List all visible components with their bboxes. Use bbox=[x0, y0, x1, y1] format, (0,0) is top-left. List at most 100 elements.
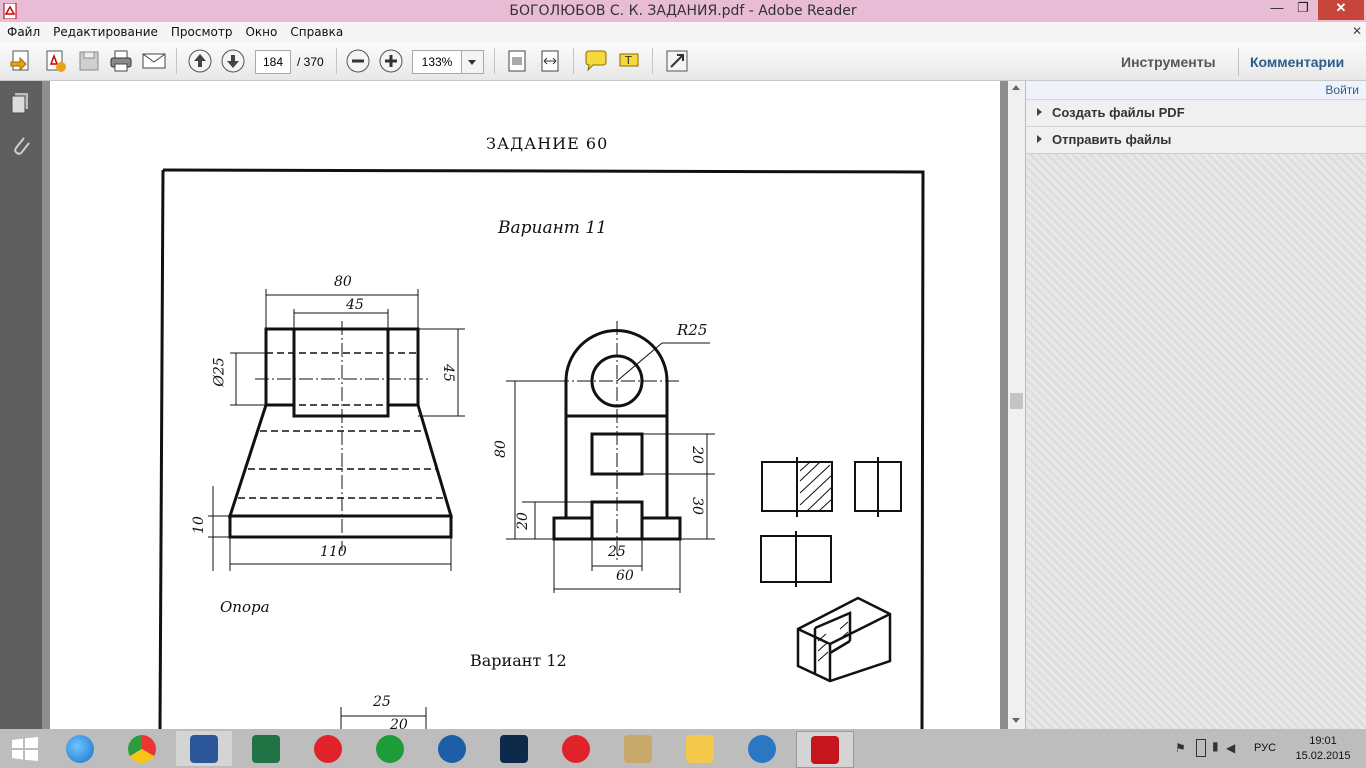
tray-flag-icon[interactable]: ⚑ bbox=[1175, 741, 1186, 755]
taskbar-adobe-reader[interactable] bbox=[796, 731, 854, 768]
dim-20-variant12: 20 bbox=[390, 717, 408, 729]
excel-icon bbox=[252, 735, 280, 763]
dim-45-side: 45 bbox=[439, 364, 456, 382]
kompas-icon bbox=[438, 735, 466, 763]
highlight-text-icon[interactable]: T bbox=[616, 48, 642, 74]
yandex-icon bbox=[562, 735, 590, 763]
taskbar: ⚑ ▮ ◀ РУС 19:01 15.02.2015 bbox=[0, 729, 1366, 768]
volume-icon[interactable]: ◀ bbox=[1226, 741, 1235, 755]
battery-icon[interactable] bbox=[1196, 739, 1206, 757]
attachments-icon[interactable] bbox=[9, 133, 33, 157]
taskbar-photoshop[interactable] bbox=[486, 731, 542, 766]
dim-30-right: 30 bbox=[688, 497, 705, 515]
previous-page-icon[interactable] bbox=[187, 48, 213, 74]
taskbar-yandex[interactable] bbox=[548, 731, 604, 766]
menu-help[interactable]: Справка bbox=[283, 22, 349, 39]
task-title: ЗАДАНИЕ 60 bbox=[486, 134, 609, 153]
chevron-down-icon bbox=[468, 60, 476, 65]
zoom-dropdown-button[interactable] bbox=[461, 50, 484, 74]
expand-arrow-icon bbox=[1037, 135, 1042, 143]
windows-start-icon[interactable] bbox=[12, 737, 38, 761]
taskbar-excel[interactable] bbox=[238, 731, 294, 766]
scroll-down-icon[interactable] bbox=[1012, 718, 1020, 723]
close-button[interactable]: ✕ bbox=[1318, 0, 1364, 20]
dim-r25: R25 bbox=[677, 321, 708, 339]
tools-panel: Войти Создать файлы PDF Отправить файлы bbox=[1025, 81, 1366, 729]
clock-time[interactable]: 19:01 bbox=[1296, 735, 1350, 747]
scroll-up-icon[interactable] bbox=[1012, 85, 1020, 90]
window-title: БОГОЛЮБОВ С. К. ЗАДАНИЯ.pdf - Adobe Read… bbox=[509, 3, 857, 19]
svg-text:T: T bbox=[624, 54, 632, 67]
fit-width-icon[interactable] bbox=[537, 48, 563, 74]
signal-icon[interactable]: ▮ bbox=[1212, 739, 1219, 753]
menu-bar: Файл Редактирование Просмотр Окно Справка bbox=[0, 22, 1366, 42]
zoom-level-input[interactable]: 133% bbox=[412, 50, 462, 74]
tab-comments[interactable]: Комментарии bbox=[1250, 54, 1344, 70]
page-thumbnails-icon[interactable] bbox=[9, 91, 33, 115]
menu-edit[interactable]: Редактирование bbox=[46, 22, 164, 39]
menu-file[interactable]: Файл bbox=[0, 22, 46, 39]
taskbar-internet-explorer[interactable] bbox=[52, 731, 108, 766]
dim-25-variant12: 25 bbox=[373, 694, 391, 710]
dim-20-left: 20 bbox=[514, 512, 531, 530]
taskbar-network-app[interactable] bbox=[734, 731, 790, 766]
navigation-pane bbox=[0, 81, 42, 729]
taskbar-file-explorer[interactable] bbox=[672, 731, 728, 766]
zoom-in-icon[interactable] bbox=[378, 48, 404, 74]
taskbar-opera[interactable] bbox=[300, 731, 356, 766]
menu-window[interactable]: Окно bbox=[238, 22, 283, 39]
menu-view[interactable]: Просмотр bbox=[164, 22, 239, 39]
open-file-icon[interactable] bbox=[8, 48, 34, 74]
expand-arrow-icon bbox=[1037, 108, 1042, 116]
dim-20-right: 20 bbox=[688, 446, 705, 464]
input-language[interactable]: РУС bbox=[1254, 742, 1276, 754]
save-icon[interactable] bbox=[76, 48, 102, 74]
dim-45-top: 45 bbox=[346, 297, 364, 313]
zoom-out-icon[interactable] bbox=[345, 48, 371, 74]
create-pdf-icon[interactable] bbox=[42, 48, 68, 74]
next-page-icon[interactable] bbox=[220, 48, 246, 74]
photoshop-icon bbox=[500, 735, 528, 763]
panel-item-create-pdf[interactable]: Создать файлы PDF bbox=[1026, 100, 1366, 127]
clock-date[interactable]: 15.02.2015 bbox=[1294, 750, 1352, 762]
word-icon bbox=[190, 735, 218, 763]
taskbar-archiver[interactable] bbox=[610, 731, 666, 766]
taskbar-mail-agent[interactable] bbox=[362, 731, 418, 766]
fit-page-icon[interactable] bbox=[504, 48, 530, 74]
toolbar: 184 / 370 133% T Инструменты Комментарии bbox=[0, 42, 1366, 81]
internet-explorer-icon bbox=[66, 735, 94, 763]
comment-icon[interactable] bbox=[583, 48, 609, 74]
restore-button[interactable]: ❐ bbox=[1292, 0, 1314, 20]
tab-tools[interactable]: Инструменты bbox=[1121, 54, 1216, 70]
dim-60-bottom: 60 bbox=[616, 568, 634, 584]
full-screen-icon[interactable] bbox=[664, 48, 690, 74]
mail-agent-icon bbox=[376, 735, 404, 763]
opera-icon bbox=[314, 735, 342, 763]
vertical-scrollbar[interactable] bbox=[1008, 81, 1025, 729]
dim-10: 10 bbox=[190, 516, 207, 534]
pdf-page: ЗАДАНИЕ 60 Вариант 11 Вариант 12 Опора 8… bbox=[50, 81, 1000, 729]
minimize-button[interactable]: — bbox=[1266, 0, 1288, 20]
dim-110: 110 bbox=[320, 544, 347, 560]
folder-icon bbox=[686, 735, 714, 763]
network-app-icon bbox=[748, 735, 776, 763]
variant-11-heading: Вариант 11 bbox=[498, 218, 607, 238]
archiver-icon bbox=[624, 735, 652, 763]
adobe-reader-icon bbox=[811, 736, 839, 764]
title-bar: БОГОЛЮБОВ С. К. ЗАДАНИЯ.pdf - Adobe Read… bbox=[0, 0, 1366, 22]
taskbar-word[interactable] bbox=[176, 731, 232, 766]
variant-12-heading: Вариант 12 bbox=[470, 651, 567, 670]
print-icon[interactable] bbox=[108, 48, 134, 74]
technical-drawing bbox=[158, 168, 925, 729]
sign-in-link[interactable]: Войти bbox=[1325, 83, 1359, 97]
page-number-input[interactable]: 184 bbox=[255, 50, 291, 74]
panel-header: Войти bbox=[1026, 81, 1366, 100]
scrollbar-thumb[interactable] bbox=[1010, 393, 1023, 409]
panel-item-send-files[interactable]: Отправить файлы bbox=[1026, 127, 1366, 154]
email-icon[interactable] bbox=[141, 48, 167, 74]
close-document-icon[interactable]: ✕ bbox=[1352, 24, 1362, 38]
chrome-icon bbox=[128, 735, 156, 763]
taskbar-kompas[interactable] bbox=[424, 731, 480, 766]
taskbar-chrome[interactable] bbox=[114, 731, 170, 766]
dim-80-top: 80 bbox=[334, 274, 352, 290]
